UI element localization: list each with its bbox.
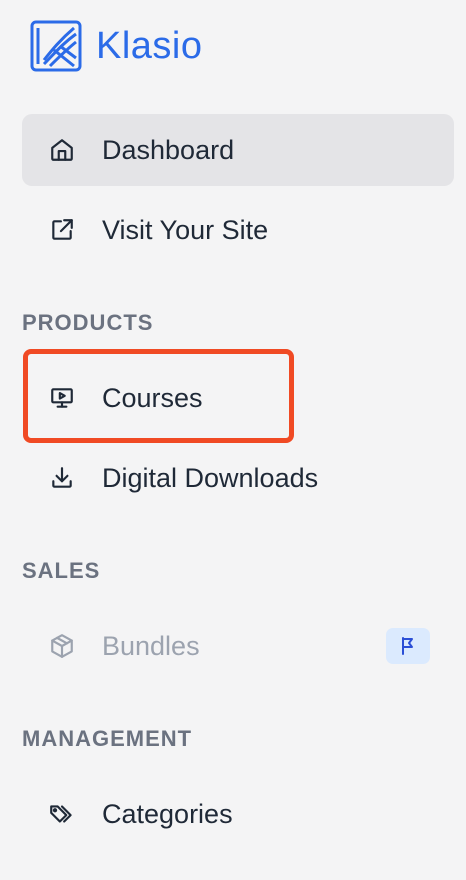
nav-item-dashboard[interactable]: Dashboard xyxy=(22,114,454,186)
cube-icon xyxy=(48,632,76,660)
flag-icon xyxy=(402,637,413,655)
section-title-products: PRODUCTS xyxy=(22,310,154,335)
nav-item-digital-downloads[interactable]: Digital Downloads xyxy=(22,442,454,514)
nav-item-label: Visit Your Site xyxy=(102,214,269,245)
nav-item-visit-site[interactable]: Visit Your Site xyxy=(22,194,454,266)
nav-item-label: Digital Downloads xyxy=(102,462,319,493)
nav-item-label: Categories xyxy=(102,798,233,829)
tags-icon xyxy=(48,800,76,828)
section-title-sales: SALES xyxy=(22,558,101,583)
nav-item-courses[interactable]: Courses xyxy=(22,362,454,434)
brand-name: Klasio xyxy=(96,24,203,67)
nav-item-categories[interactable]: Categories xyxy=(22,778,454,850)
nav-item-label: Bundles xyxy=(102,630,200,661)
download-icon xyxy=(48,464,76,492)
bundles-badge xyxy=(386,628,430,664)
home-icon xyxy=(48,136,76,164)
klasio-logo-icon xyxy=(30,20,82,72)
brand-logo[interactable]: Klasio xyxy=(30,20,203,72)
nav-item-label: Courses xyxy=(102,382,203,413)
section-title-management: MANAGEMENT xyxy=(22,726,193,751)
nav-item-label: Dashboard xyxy=(102,134,235,165)
external-link-icon xyxy=(48,216,76,244)
presentation-screen-icon xyxy=(48,384,76,412)
